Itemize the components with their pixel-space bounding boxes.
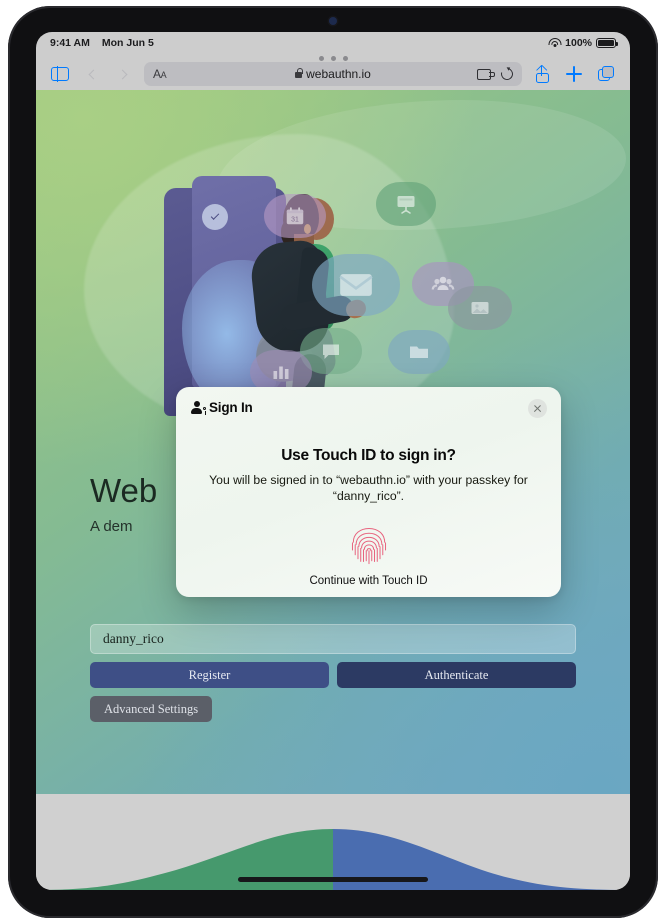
username-value: danny_rico: [103, 631, 164, 646]
tab-overview-icon[interactable]: [594, 63, 618, 85]
front-camera: [329, 17, 337, 25]
presentation-board-icon: [397, 196, 415, 214]
username-input[interactable]: danny_rico: [90, 624, 576, 654]
dialog-title: Sign In: [209, 400, 253, 415]
address-bar[interactable]: AA webauthn.io: [144, 62, 522, 86]
status-date: Mon Jun 5: [101, 37, 154, 49]
bubble-folder: [388, 330, 450, 374]
page-footer: [36, 794, 630, 890]
calendar-icon: 31: [286, 207, 304, 225]
reload-icon[interactable]: [498, 65, 516, 83]
bubble-presentation: [376, 182, 436, 226]
people-group-icon: [431, 276, 455, 290]
sidebar-toggle-icon[interactable]: [48, 63, 72, 85]
wifi-icon: [548, 38, 562, 48]
mail-envelope-icon: [339, 274, 373, 296]
plus-icon[interactable]: [562, 63, 586, 85]
bubble-mail: [312, 254, 400, 316]
battery-percent: 100%: [565, 37, 592, 49]
url-display: webauthn.io: [144, 67, 522, 81]
bubble-photo: [448, 286, 512, 330]
photo-image-icon: [471, 302, 489, 314]
home-indicator[interactable]: [238, 877, 428, 882]
close-icon[interactable]: [528, 399, 547, 418]
status-time: 9:41 AM: [50, 37, 90, 49]
url-text: webauthn.io: [306, 67, 371, 81]
dialog-body-text: You will be signed in to “webauthn.io” w…: [209, 473, 528, 503]
bar-chart-icon: [273, 366, 289, 379]
ipad-device: 9:41 AM Mon Jun 5 100% AA webauthn.io 31…: [0, 0, 666, 924]
dialog-header: Sign In: [191, 400, 253, 416]
battery-full-icon: [596, 38, 618, 48]
auth-button-row: Register Authenticate: [90, 662, 576, 688]
check-circle-icon: [202, 204, 228, 230]
fingerprint-icon[interactable]: [350, 526, 388, 568]
chat-bubble-icon: [323, 344, 339, 359]
page-subtitle: A dem: [90, 518, 133, 535]
chevron-right-icon[interactable]: [112, 63, 136, 85]
touch-id-caption: Continue with Touch ID: [309, 575, 428, 587]
chevron-left-icon[interactable]: [80, 63, 104, 85]
bubble-calendar: 31: [264, 194, 326, 238]
status-bar: 9:41 AM Mon Jun 5 100%: [36, 32, 630, 54]
screen: 9:41 AM Mon Jun 5 100% AA webauthn.io 31…: [36, 32, 630, 890]
lock-icon: [295, 68, 303, 78]
page-title: Web: [90, 472, 158, 509]
register-button[interactable]: Register: [90, 662, 329, 688]
browser-toolbar: AA webauthn.io: [36, 58, 630, 90]
person-key-icon: [191, 401, 207, 416]
advanced-settings-button[interactable]: Advanced Settings: [90, 696, 213, 722]
reader-view-icon[interactable]: [477, 68, 495, 80]
touch-id-dialog: Sign In Use Touch ID to sign in? You wil…: [176, 387, 561, 597]
folder-icon: [410, 346, 428, 358]
share-icon[interactable]: [530, 63, 554, 85]
authenticate-button[interactable]: Authenticate: [337, 662, 576, 688]
dialog-heading: Use Touch ID to sign in?: [281, 447, 456, 464]
svg-text:31: 31: [291, 217, 299, 224]
footer-waves: [36, 829, 630, 890]
